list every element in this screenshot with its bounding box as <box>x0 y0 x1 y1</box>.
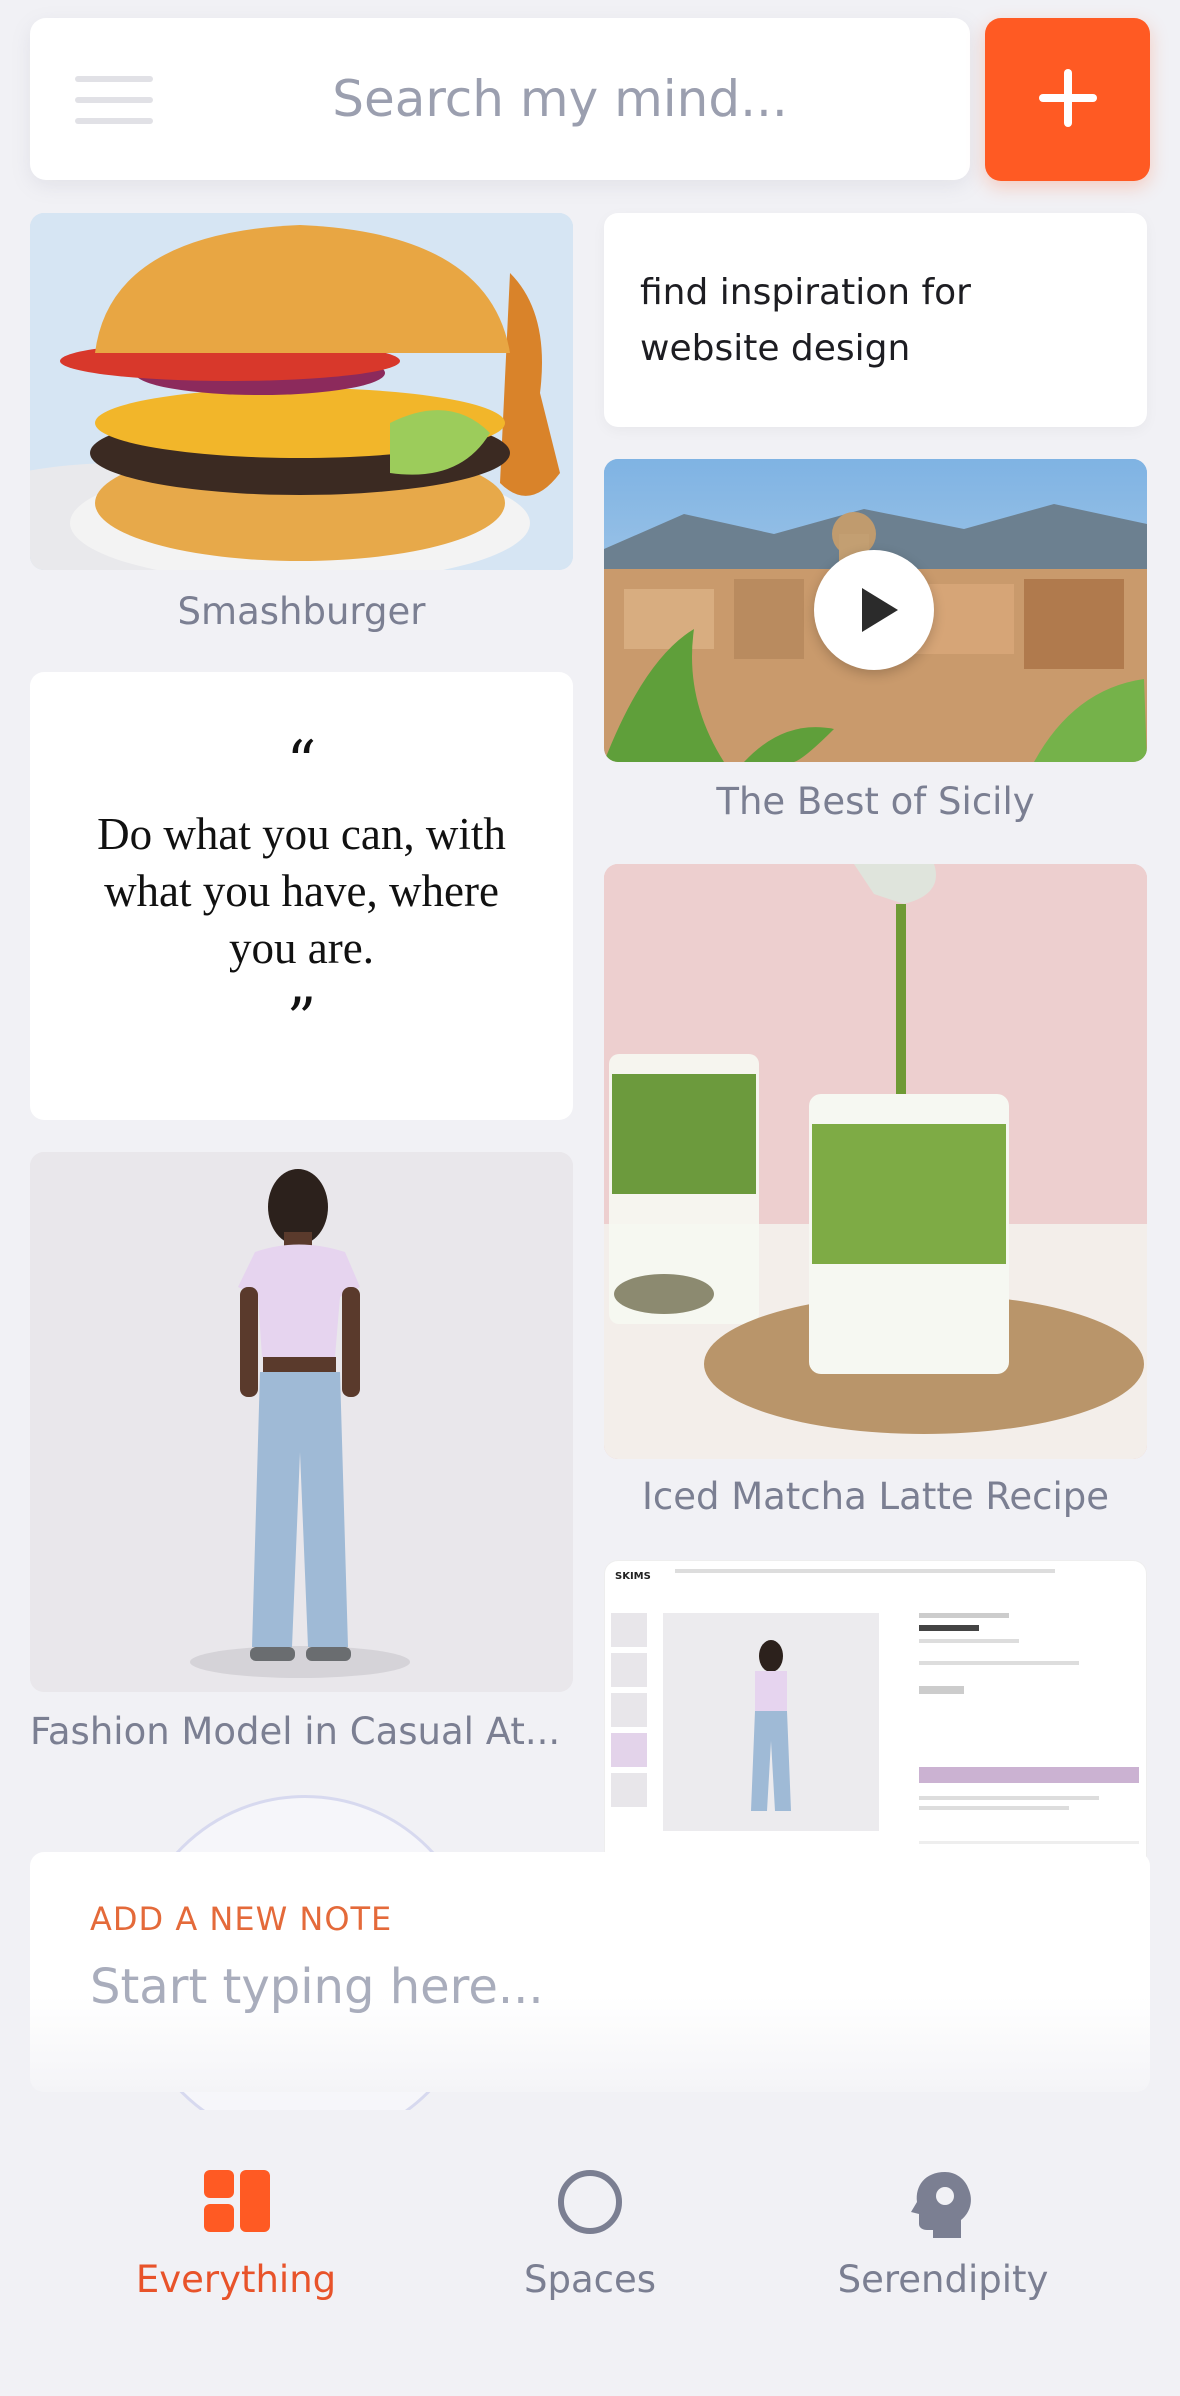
search-input[interactable] <box>180 68 940 130</box>
burger-image[interactable] <box>30 213 573 570</box>
quote-text: Do what you can, with what you have, whe… <box>97 809 506 973</box>
quote-open-mark: “ <box>286 728 317 796</box>
nav-everything[interactable]: Everything <box>86 2110 386 2310</box>
new-note-panel[interactable]: ADD A NEW NOTE <box>30 1852 1150 2092</box>
bottom-nav: Everything Spaces Serendipity <box>0 2110 1180 2396</box>
matcha-image[interactable] <box>604 864 1147 1459</box>
quote-card[interactable]: “ Do what you can, with what you have, w… <box>30 672 573 1120</box>
add-button[interactable] <box>985 18 1150 181</box>
inspiration-text-card[interactable]: find inspiration for website design <box>604 213 1147 427</box>
sicily-caption: The Best of Sicily <box>716 780 1035 823</box>
plus-icon <box>1038 69 1097 127</box>
grid-icon <box>204 2170 270 2232</box>
quote-close-mark: ” <box>286 985 317 1053</box>
play-button[interactable] <box>814 550 934 670</box>
nav-spaces-label: Spaces <box>523 2258 657 2301</box>
nav-serendipity[interactable]: Serendipity <box>793 2110 1093 2310</box>
fashion-model-image[interactable] <box>30 1152 573 1692</box>
nav-spaces[interactable]: Spaces <box>440 2110 740 2310</box>
burger-caption: Smashburger <box>177 590 426 633</box>
hamburger-icon[interactable] <box>75 76 153 126</box>
circle-icon <box>558 2170 622 2234</box>
matcha-caption: Iced Matcha Latte Recipe <box>641 1475 1110 1518</box>
nav-everything-label: Everything <box>135 2258 337 2301</box>
inspiration-text: find inspiration for website design <box>640 272 971 369</box>
webpage-screenshot[interactable]: SKIMS <box>604 1560 1147 1880</box>
search-bar[interactable] <box>30 18 970 180</box>
new-note-input[interactable] <box>90 1952 1070 2022</box>
sicily-video-thumbnail[interactable] <box>604 459 1147 762</box>
play-icon <box>862 588 898 632</box>
head-icon <box>911 2172 971 2238</box>
nav-serendipity-label: Serendipity <box>837 2258 1049 2301</box>
fashion-caption: Fashion Model in Casual At... <box>30 1710 561 1753</box>
new-note-label: ADD A NEW NOTE <box>90 1900 393 1938</box>
